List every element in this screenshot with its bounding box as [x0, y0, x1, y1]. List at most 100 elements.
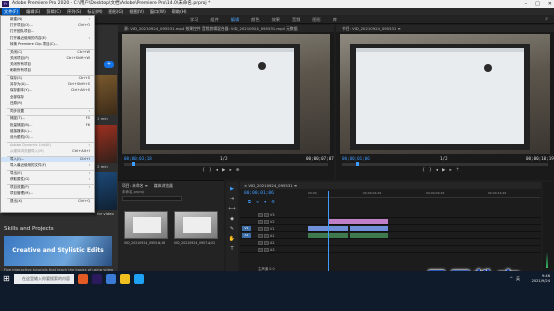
step-back-icon[interactable]: ◂: [216, 168, 218, 177]
file-menu-item[interactable]: 保存副本(Y)... Ctrl+Alt+S: [1, 88, 94, 93]
source-playhead[interactable]: [132, 162, 135, 166]
timeline-playhead[interactable]: [328, 191, 329, 271]
tab-project[interactable]: 项目: 未命名 ≡: [122, 183, 148, 189]
maximize-button[interactable]: □: [535, 0, 540, 8]
solo-icon[interactable]: [264, 241, 269, 245]
type-tool-icon[interactable]: T: [228, 246, 236, 252]
lock-icon[interactable]: [258, 213, 263, 217]
input-method-icon[interactable]: 英: [516, 276, 520, 282]
file-menu-item[interactable]: 项目设置(P) ›: [1, 185, 94, 190]
menu-file[interactable]: 文件(F): [2, 8, 21, 15]
sync-icon[interactable]: [264, 227, 269, 231]
hand-tool-icon[interactable]: ✋: [228, 236, 236, 242]
menu-graphics[interactable]: 图形(G): [109, 8, 124, 15]
app-icon[interactable]: [106, 274, 116, 284]
minimize-button[interactable]: –: [525, 0, 528, 8]
workspace-tab-audio[interactable]: 音频: [292, 15, 300, 24]
menu-view[interactable]: 视图(V): [129, 8, 144, 15]
file-menu-item[interactable]: 新建(N) ›: [1, 17, 94, 22]
file-menu-item[interactable]: 打开最近使用的内容(E) ›: [1, 36, 94, 41]
workspace-tab-graphics[interactable]: 图形: [312, 15, 320, 24]
play-icon[interactable]: ▶: [442, 168, 445, 177]
source-patch-a1[interactable]: A1: [242, 233, 251, 238]
taskbar-clock[interactable]: 9:46 2021/9/24: [532, 274, 550, 284]
app-icon[interactable]: [78, 274, 88, 284]
source-scrub-bar[interactable]: [124, 163, 328, 166]
workspace-tab-color[interactable]: 颜色: [251, 15, 259, 24]
taskbar-search-input[interactable]: 在这里输入你要搜索的内容: [14, 274, 74, 284]
workspace-tab-libraries[interactable]: 库: [333, 15, 337, 24]
workspace-tab-learn[interactable]: 学习: [190, 15, 198, 24]
file-menu-item[interactable]: 导出(E) ›: [1, 171, 94, 176]
file-menu-item[interactable]: 设为脱机(O)...: [1, 135, 94, 140]
workspace-tab-effects[interactable]: 效果: [272, 15, 280, 24]
pen-tool-icon[interactable]: ✎: [228, 226, 236, 232]
file-menu-item[interactable]: 打开团队项目...: [1, 29, 94, 34]
file-menu-item[interactable]: 关闭(C) Ctrl+W: [1, 50, 94, 55]
solo-icon[interactable]: [264, 248, 269, 252]
program-monitor-header[interactable]: 节目: VID_20210924_095531 ≡: [336, 25, 554, 32]
sync-icon[interactable]: [264, 220, 269, 224]
wrench-icon[interactable]: ⚙: [271, 199, 275, 204]
mute-icon[interactable]: [258, 234, 263, 238]
project-clip-thumbnail[interactable]: [124, 211, 168, 239]
file-menu-item[interactable]: 另存为(A)... Ctrl+Shift+S: [1, 82, 94, 87]
folder-icon[interactable]: [120, 274, 130, 284]
file-menu-item[interactable]: 全部保存: [1, 95, 94, 100]
tab-media-browser[interactable]: 媒体浏览器: [154, 183, 173, 189]
timeline-clip-graphic[interactable]: [328, 219, 388, 224]
file-menu-item[interactable]: 链接媒体(L)...: [1, 129, 94, 134]
play-icon[interactable]: ▶: [222, 168, 225, 177]
timeline-clip-audio[interactable]: [350, 233, 388, 238]
timeline-ruler[interactable]: 00;00 00;00;04;29 00;00;09;29 00;00;14;2…: [308, 191, 540, 198]
project-search-input[interactable]: [122, 196, 182, 201]
browser-icon[interactable]: [134, 274, 144, 284]
file-menu-item[interactable]: 导入最近使用的文件(F) ›: [1, 163, 94, 168]
tutorial-thumbnail[interactable]: [95, 172, 117, 210]
timeline-clip-video[interactable]: [350, 226, 388, 231]
file-menu-item[interactable]: 转换 Premiere Clip 项目(C)...: [1, 42, 94, 47]
selection-tool-icon[interactable]: ▶: [228, 186, 236, 192]
step-forward-icon[interactable]: ▸: [229, 168, 231, 177]
solo-icon[interactable]: [264, 234, 269, 238]
file-menu-item[interactable]: 批量捕捉(B)... F6: [1, 123, 94, 128]
marker-icon[interactable]: ▾: [264, 199, 266, 204]
file-menu-item[interactable]: 项目管理(M)...: [1, 191, 94, 196]
file-menu-item[interactable]: 捕捉(T)... F5: [1, 116, 94, 121]
project-clip-thumbnail[interactable]: [174, 211, 218, 239]
program-playhead[interactable]: [356, 162, 359, 166]
snap-icon[interactable]: ⧉: [248, 199, 251, 204]
close-button[interactable]: ✕: [548, 0, 552, 8]
step-forward-icon[interactable]: ▸: [449, 168, 451, 177]
mark-in-icon[interactable]: {: [422, 168, 425, 177]
lock-icon[interactable]: [258, 227, 263, 231]
mute-icon[interactable]: [258, 248, 263, 252]
insert-icon[interactable]: ⊕: [236, 168, 240, 177]
file-menu-item[interactable]: 同步设置 ›: [1, 109, 94, 114]
source-patch-v1[interactable]: V1: [242, 226, 251, 231]
windows-start-icon[interactable]: ⊞: [3, 275, 11, 283]
tutorial-thumbnail[interactable]: [95, 125, 117, 163]
mute-icon[interactable]: [258, 241, 263, 245]
tray-expand-icon[interactable]: ^: [510, 276, 513, 282]
file-menu-item[interactable]: 刷新所有项目: [1, 68, 94, 73]
search-icon[interactable]: ⌕: [545, 16, 548, 22]
program-timecode[interactable]: 00;00;01;06: [342, 156, 370, 161]
sync-icon[interactable]: [264, 213, 269, 217]
mark-in-icon[interactable]: {: [202, 168, 205, 177]
menu-edit[interactable]: 编辑(E): [26, 8, 40, 15]
razor-tool-icon[interactable]: ◆: [228, 216, 236, 222]
menu-clip[interactable]: 剪辑(C): [46, 8, 61, 15]
program-scrub-bar[interactable]: [342, 163, 548, 166]
tutorial-thumbnail[interactable]: [95, 75, 117, 115]
source-monitor-header[interactable]: 源: VID_20210924_095531.mp4 效果控件 音频剪辑混合器:…: [118, 25, 334, 32]
source-fit-select[interactable]: 1/2: [220, 156, 228, 161]
workspace-tab-editing[interactable]: 编辑: [231, 15, 239, 24]
add-icon[interactable]: +: [104, 61, 114, 68]
premiere-app-icon[interactable]: [92, 274, 102, 284]
lift-icon[interactable]: ⇡: [456, 168, 460, 177]
track-select-tool-icon[interactable]: ⇥: [228, 196, 236, 202]
file-menu-item[interactable]: 退出(X) Ctrl+Q: [1, 199, 94, 204]
menu-window[interactable]: 窗口(W): [150, 8, 166, 15]
ripple-edit-tool-icon[interactable]: ⟷: [228, 206, 236, 212]
